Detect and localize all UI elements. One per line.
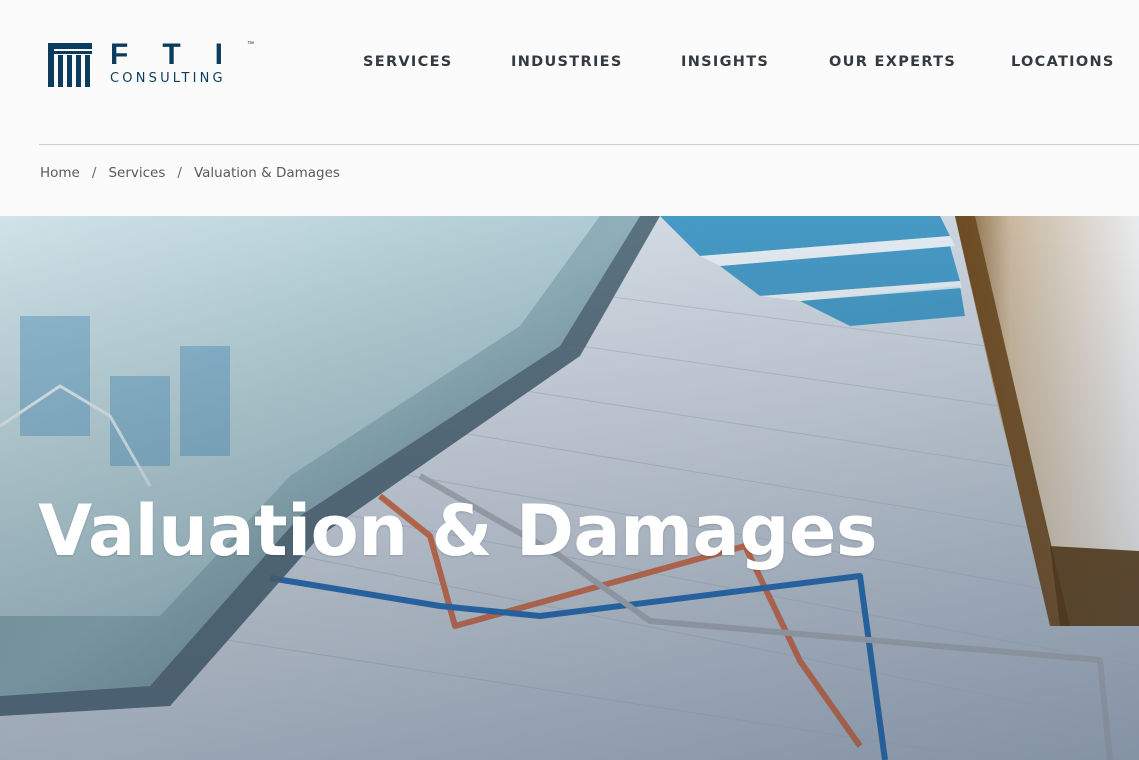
site-header: FTI ™ CONSULTING SERVICES INDUSTRIES INS… xyxy=(0,0,1139,145)
breadcrumb: Home / Services / Valuation & Damages xyxy=(40,163,340,183)
breadcrumb-services[interactable]: Services xyxy=(108,163,165,183)
main-nav: SERVICES INDUSTRIES INSIGHTS OUR EXPERTS… xyxy=(0,52,1139,74)
nav-item-locations[interactable]: LOCATIONS xyxy=(1011,52,1115,72)
logo-trademark: ™ xyxy=(247,41,254,48)
nav-item-our-experts[interactable]: OUR EXPERTS xyxy=(829,52,956,72)
logo-subtitle: CONSULTING xyxy=(110,71,226,86)
hero-background-image xyxy=(0,216,1139,760)
breadcrumb-separator: / xyxy=(91,165,97,181)
header-divider xyxy=(39,144,1139,145)
hero-banner: Valuation & Damages xyxy=(0,216,1139,760)
breadcrumb-home[interactable]: Home xyxy=(40,163,80,183)
breadcrumb-separator: / xyxy=(177,165,182,181)
nav-item-services[interactable]: SERVICES xyxy=(363,52,453,72)
hero-title: Valuation & Damages xyxy=(38,489,878,572)
nav-item-insights[interactable]: INSIGHTS xyxy=(681,52,769,72)
nav-item-industries[interactable]: INDUSTRIES xyxy=(511,52,623,72)
breadcrumb-current: Valuation & Damages xyxy=(193,165,340,181)
